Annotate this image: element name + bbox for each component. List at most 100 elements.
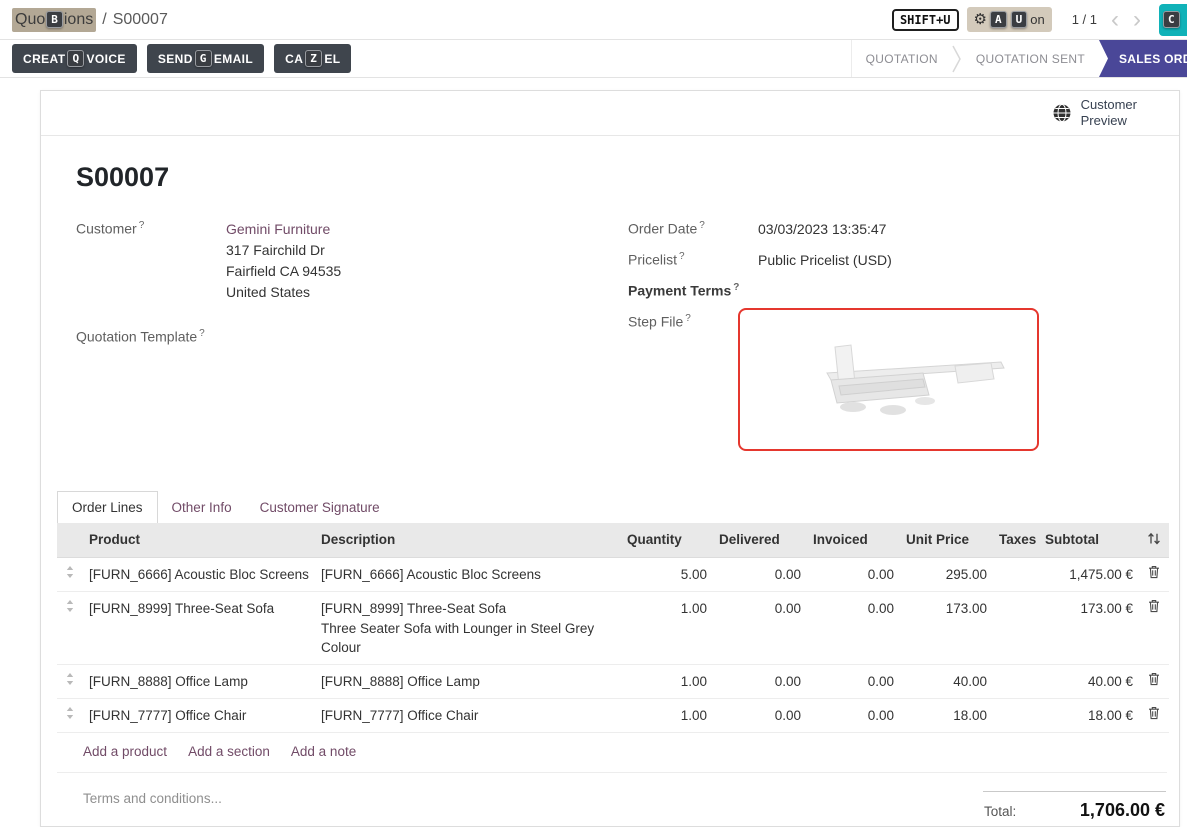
description-cell[interactable]: [FURN_8999] Three-Seat Sofa Three Seater… xyxy=(315,591,621,664)
shortcut-hint-z: Z xyxy=(305,50,322,67)
description-column-header: Description xyxy=(315,523,621,558)
invoiced-cell[interactable]: 0.00 xyxy=(807,591,900,664)
send-email-button[interactable]: SEND G EMAIL xyxy=(147,44,264,73)
unit-price-cell[interactable]: 295.00 xyxy=(900,557,993,591)
optional-columns-button[interactable] xyxy=(1139,523,1169,558)
order-date-value[interactable]: 03/03/2023 13:35:47 xyxy=(758,219,886,240)
delivered-cell[interactable]: 0.00 xyxy=(713,698,807,732)
customer-preview-button[interactable]: Customer Preview xyxy=(1052,97,1137,129)
unit-price-cell[interactable]: 18.00 xyxy=(900,698,993,732)
taxes-cell[interactable] xyxy=(993,664,1039,698)
order-date-label: Order Date? xyxy=(628,219,758,237)
delete-line-button[interactable] xyxy=(1139,591,1169,664)
action-bar: CREAT Q VOICE SEND G EMAIL CA Z EL QUOTA… xyxy=(0,40,1187,78)
cancel-label-post: EL xyxy=(324,52,340,66)
help-icon: ? xyxy=(139,220,145,231)
cancel-button[interactable]: CA Z EL xyxy=(274,44,351,73)
quantity-cell[interactable]: 1.00 xyxy=(621,591,713,664)
cancel-label-pre: CA xyxy=(285,52,303,66)
unit-price-cell[interactable]: 173.00 xyxy=(900,591,993,664)
delivered-cell[interactable]: 0.00 xyxy=(713,557,807,591)
create-invoice-label-post: VOICE xyxy=(86,52,125,66)
breadcrumb: QuoBions / S00007 xyxy=(12,8,168,32)
delete-line-button[interactable] xyxy=(1139,698,1169,732)
step-file-field-row: Step File? xyxy=(628,312,1167,451)
status-step-quotation[interactable]: QUOTATION xyxy=(852,40,952,77)
top-navbar: QuoBions / S00007 SHIFT+U ⚙ A U on 1 / 1… xyxy=(0,0,1187,40)
subtotal-column-header: Subtotal xyxy=(1039,523,1139,558)
trash-icon xyxy=(1148,706,1160,720)
pager-next-icon[interactable]: › xyxy=(1133,10,1141,30)
status-step-sales-order[interactable]: SALES ORDER xyxy=(1099,40,1187,77)
drag-handle[interactable] xyxy=(57,591,83,664)
add-product-link[interactable]: Add a product xyxy=(83,744,167,759)
topbar-right: SHIFT+U ⚙ A U on 1 / 1 ‹ › C xyxy=(892,0,1187,39)
delivered-column-header: Delivered xyxy=(713,523,807,558)
drag-handle[interactable] xyxy=(57,557,83,591)
add-note-link[interactable]: Add a note xyxy=(291,744,356,759)
description-cell[interactable]: [FURN_6666] Acoustic Bloc Screens xyxy=(315,557,621,591)
action-menu-label-fragment: on xyxy=(1030,12,1044,27)
product-cell[interactable]: [FURN_8999] Three-Seat Sofa xyxy=(83,591,315,664)
tab-customer-signature[interactable]: Customer Signature xyxy=(246,492,394,523)
product-cell[interactable]: [FURN_6666] Acoustic Bloc Screens xyxy=(83,557,315,591)
order-line-row[interactable]: [FURN_8999] Three-Seat Sofa [FURN_8999] … xyxy=(57,591,1169,664)
breadcrumb-text-pre: Quo xyxy=(15,11,45,28)
total-label: Total: xyxy=(984,804,1016,819)
delivered-cell[interactable]: 0.00 xyxy=(713,591,807,664)
description-cell[interactable]: [FURN_8888] Office Lamp xyxy=(315,664,621,698)
customer-value: Gemini Furniture 317 Fairchild Dr Fairfi… xyxy=(226,219,341,303)
drag-handle[interactable] xyxy=(57,698,83,732)
invoiced-cell[interactable]: 0.00 xyxy=(807,557,900,591)
delivered-cell[interactable]: 0.00 xyxy=(713,664,807,698)
pricelist-value[interactable]: Public Pricelist (USD) xyxy=(758,250,892,271)
quantity-cell[interactable]: 1.00 xyxy=(621,664,713,698)
unit-price-cell[interactable]: 40.00 xyxy=(900,664,993,698)
shortcut-hint-u: U xyxy=(1011,11,1028,28)
action-menu-button[interactable]: ⚙ A U on xyxy=(967,7,1052,32)
tab-order-lines[interactable]: Order Lines xyxy=(57,491,158,523)
quantity-cell[interactable]: 1.00 xyxy=(621,698,713,732)
taxes-column-header: Taxes xyxy=(993,523,1039,558)
breadcrumb-quotations-link[interactable]: QuoBions xyxy=(12,8,96,32)
customer-preview-label: Customer Preview xyxy=(1081,97,1137,129)
terms-placeholder[interactable]: Terms and conditions... xyxy=(83,791,222,827)
invoiced-cell[interactable]: 0.00 xyxy=(807,664,900,698)
pager-prev-icon[interactable]: ‹ xyxy=(1111,10,1119,30)
breadcrumb-text-post: ions xyxy=(64,11,93,28)
status-step-quotation-sent[interactable]: QUOTATION SENT xyxy=(962,40,1099,77)
order-line-row[interactable]: [FURN_8888] Office Lamp [FURN_8888] Offi… xyxy=(57,664,1169,698)
create-invoice-button[interactable]: CREAT Q VOICE xyxy=(12,44,137,73)
help-icon: ? xyxy=(679,251,685,262)
globe-icon xyxy=(1052,103,1072,123)
corner-button[interactable]: C xyxy=(1159,4,1187,36)
product-cell[interactable]: [FURN_7777] Office Chair xyxy=(83,698,315,732)
drag-handle-icon xyxy=(65,565,75,579)
taxes-cell[interactable] xyxy=(993,591,1039,664)
customer-link[interactable]: Gemini Furniture xyxy=(226,219,341,240)
product-cell[interactable]: [FURN_8888] Office Lamp xyxy=(83,664,315,698)
delete-line-button[interactable] xyxy=(1139,557,1169,591)
add-section-link[interactable]: Add a section xyxy=(188,744,270,759)
gear-icon: ⚙ xyxy=(974,12,987,27)
line-add-links: Add a product Add a section Add a note xyxy=(57,733,1167,773)
shortcut-hint-q: Q xyxy=(67,50,84,67)
totals-box: Total: 1,706.00 € xyxy=(983,791,1166,827)
taxes-cell[interactable] xyxy=(993,698,1039,732)
shortcut-badge-shift-u: SHIFT+U xyxy=(892,9,959,31)
order-line-row[interactable]: [FURN_6666] Acoustic Bloc Screens [FURN_… xyxy=(57,557,1169,591)
step-file-image-widget[interactable] xyxy=(738,308,1039,451)
drag-handle[interactable] xyxy=(57,664,83,698)
tab-other-info[interactable]: Other Info xyxy=(158,492,246,523)
shortcut-hint-a: A xyxy=(990,11,1007,28)
shortcut-hint-c: C xyxy=(1163,11,1180,28)
order-line-row[interactable]: [FURN_7777] Office Chair [FURN_7777] Off… xyxy=(57,698,1169,732)
taxes-cell[interactable] xyxy=(993,557,1039,591)
description-cell[interactable]: [FURN_7777] Office Chair xyxy=(315,698,621,732)
quantity-cell[interactable]: 5.00 xyxy=(621,557,713,591)
invoiced-cell[interactable]: 0.00 xyxy=(807,698,900,732)
adjust-columns-icon xyxy=(1147,531,1161,546)
pricelist-field-row: Pricelist? Public Pricelist (USD) xyxy=(628,250,1167,271)
delete-line-button[interactable] xyxy=(1139,664,1169,698)
customer-address-line: United States xyxy=(226,282,341,303)
